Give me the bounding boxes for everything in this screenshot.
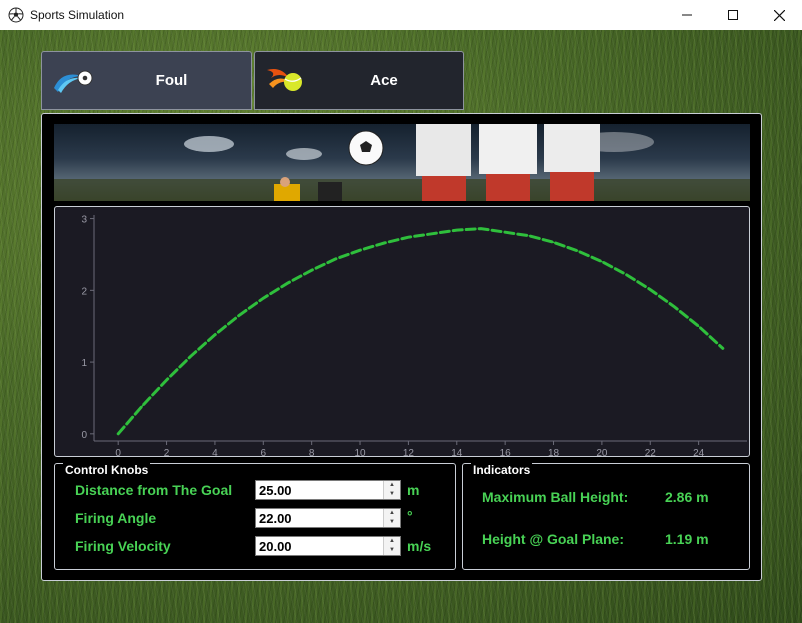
x-tick-label: 22	[645, 448, 657, 458]
trajectory-point	[431, 232, 434, 235]
angle-unit: °	[407, 508, 413, 524]
x-tick-label: 16	[500, 448, 512, 458]
soccer-ball-icon	[8, 7, 24, 23]
max-height-label: Maximum Ball Height:	[482, 489, 629, 505]
y-tick-label: 2	[81, 286, 87, 297]
x-tick-label: 18	[548, 448, 560, 458]
trajectory-point	[286, 282, 289, 284]
tab-ace-label: Ace	[370, 72, 398, 89]
distance-input[interactable]	[256, 481, 384, 499]
control-knobs-group: Control Knobs Distance from The Goal ▲ ▼…	[54, 463, 456, 570]
angle-input[interactable]	[256, 509, 384, 527]
x-tick-label: 6	[261, 448, 267, 458]
trajectory-point	[722, 347, 724, 350]
trajectory-point	[141, 405, 144, 407]
trajectory-point	[238, 314, 240, 317]
distance-unit: m	[407, 482, 420, 498]
maximize-button[interactable]	[710, 0, 756, 30]
trajectory-point	[359, 249, 361, 251]
trajectory-point	[504, 231, 506, 234]
stadium-banner-image	[54, 124, 750, 201]
angle-spinbox[interactable]: ▲ ▼	[255, 508, 401, 528]
trajectory-point	[214, 334, 216, 336]
distance-increment-button[interactable]: ▲	[384, 481, 400, 490]
trajectory-point	[165, 379, 168, 381]
y-tick-label: 0	[81, 430, 87, 441]
trajectory-point	[649, 288, 652, 291]
distance-spinbox[interactable]: ▲ ▼	[255, 480, 401, 500]
trajectory-point	[407, 236, 410, 239]
x-tick-label: 10	[354, 448, 366, 458]
title-bar: Sports Simulation	[0, 0, 802, 31]
trajectory-point	[262, 297, 265, 300]
angle-label: Firing Angle	[75, 510, 157, 526]
velocity-decrement-button[interactable]: ▼	[384, 546, 400, 555]
close-icon	[773, 9, 785, 21]
window-title: Sports Simulation	[30, 8, 125, 22]
tab-foul-label: Foul	[155, 72, 188, 89]
x-tick-label: 20	[596, 448, 608, 458]
angle-increment-button[interactable]: ▲	[384, 509, 400, 518]
trajectory-point	[383, 242, 386, 244]
trajectory-point	[480, 227, 482, 230]
trajectory-point	[117, 433, 119, 435]
trajectory-point	[552, 241, 555, 244]
minimize-button[interactable]	[664, 0, 710, 30]
stadium-players-illustration	[54, 124, 750, 201]
velocity-label: Firing Velocity	[75, 538, 171, 554]
trajectory-chart: 0 2 4 6 8 10 12 14 16 18 20 22 24 0 1 2 3	[54, 206, 750, 458]
max-height-value: 2.86 m	[665, 489, 709, 505]
trajectory-point	[697, 325, 700, 328]
trajectory-point	[189, 355, 192, 358]
indicators-group: Indicators Maximum Ball Height: 2.86 m H…	[462, 463, 750, 570]
velocity-input[interactable]	[256, 537, 384, 555]
control-knobs-title: Control Knobs	[63, 463, 151, 477]
distance-decrement-button[interactable]: ▼	[384, 490, 400, 499]
trajectory-point	[335, 257, 337, 260]
tab-foul[interactable]: Foul	[41, 51, 252, 110]
x-tick-label: 8	[309, 448, 315, 458]
y-tick-label: 1	[81, 358, 87, 369]
trajectory-point	[625, 273, 627, 276]
tab-ace[interactable]: Ace	[254, 51, 464, 110]
trajectory-point	[601, 260, 603, 263]
x-tick-label: 2	[164, 448, 170, 458]
trajectory-series-line	[116, 227, 725, 436]
goal-height-value: 1.19 m	[665, 531, 709, 547]
trajectory-point	[576, 250, 579, 252]
x-tick-label: 12	[403, 448, 415, 458]
velocity-increment-button[interactable]: ▲	[384, 537, 400, 546]
trajectory-plot: 0 2 4 6 8 10 12 14 16 18 20 22 240123	[81, 215, 747, 458]
distance-label: Distance from The Goal	[75, 482, 233, 498]
trajectory-point	[673, 306, 676, 308]
x-tick-label: 4	[212, 448, 218, 458]
maximize-icon	[728, 10, 738, 20]
angle-decrement-button[interactable]: ▼	[384, 518, 400, 527]
x-tick-label: 24	[693, 448, 705, 458]
close-button[interactable]	[756, 0, 802, 30]
trajectory-point	[455, 229, 458, 231]
minimize-icon	[682, 14, 692, 16]
goal-height-label: Height @ Goal Plane:	[482, 531, 625, 547]
x-tick-label: 0	[115, 448, 121, 458]
x-tick-label: 14	[451, 448, 463, 458]
velocity-unit: m/s	[407, 538, 432, 554]
velocity-spinbox[interactable]: ▲ ▼	[255, 536, 401, 556]
trajectory-point	[310, 269, 313, 272]
y-tick-label: 3	[81, 215, 87, 226]
indicators-title: Indicators	[471, 463, 533, 477]
trajectory-point	[528, 235, 531, 237]
